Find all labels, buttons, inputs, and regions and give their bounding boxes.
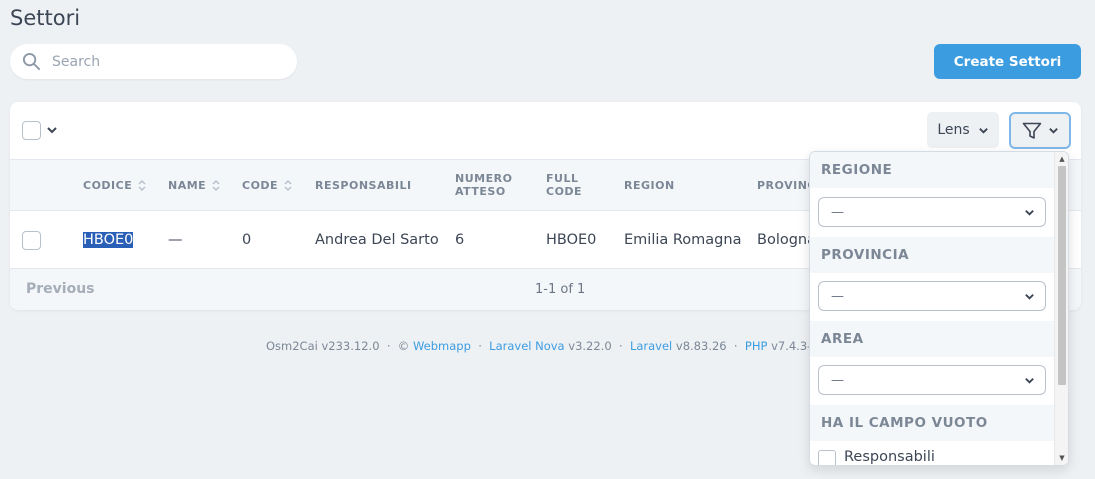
cell-numero-atteso: 6 <box>455 232 465 248</box>
regione-select[interactable]: — <box>818 197 1046 227</box>
cell-code: 0 <box>242 232 252 248</box>
scroll-thumb[interactable] <box>1058 166 1066 385</box>
laravel-nova-link[interactable]: Laravel Nova <box>489 339 564 353</box>
filter-icon <box>1022 122 1041 139</box>
search-icon <box>22 52 41 71</box>
column-region: REGION <box>624 178 675 192</box>
chevron-down-icon <box>1048 128 1058 134</box>
filter-area-heading: AREA <box>810 321 1055 357</box>
webmapp-link[interactable]: Webmapp <box>413 339 471 353</box>
column-responsabili: RESPONSABILI <box>315 178 412 192</box>
column-full-code: FULL CODE <box>546 172 583 198</box>
previous-button[interactable]: Previous <box>26 281 95 297</box>
chevron-down-icon <box>978 127 988 134</box>
provincia-select[interactable]: — <box>818 281 1046 311</box>
dropdown-scrollbar[interactable]: ▲ ▼ <box>1054 152 1068 465</box>
filter-dropdown-button[interactable] <box>1009 112 1071 149</box>
chevron-down-icon[interactable] <box>46 124 58 136</box>
row-checkbox[interactable] <box>22 231 41 250</box>
cell-provincia: Bologna <box>757 232 816 248</box>
filter-dropdown-panel: REGIONE — PROVINCIA — AREA — HA IL CAMPO… <box>809 151 1069 466</box>
page-title: Settori <box>10 6 81 30</box>
cell-responsabili: Andrea Del Sarto <box>315 232 439 248</box>
lens-label: Lens <box>937 122 970 138</box>
area-select[interactable]: — <box>818 365 1046 395</box>
scroll-up-arrow-icon[interactable]: ▲ <box>1058 155 1066 163</box>
filter-empty-field-heading: HA IL CAMPO VUOTO <box>810 405 1055 441</box>
cell-name: — <box>168 232 183 248</box>
cell-full-code: HBOE0 <box>546 232 597 248</box>
column-codice[interactable]: CODICE <box>83 160 146 210</box>
cell-codice[interactable]: HBOE0 <box>83 211 134 269</box>
column-name[interactable]: NAME <box>168 160 220 210</box>
create-settori-button[interactable]: Create Settori <box>934 44 1081 79</box>
lens-dropdown-button[interactable]: Lens <box>927 112 999 148</box>
cell-region: Emilia Romagna <box>624 232 742 248</box>
laravel-link[interactable]: Laravel <box>630 339 672 353</box>
search-box[interactable] <box>10 44 297 79</box>
chevron-down-icon <box>1025 294 1034 300</box>
select-all-checkbox[interactable] <box>22 121 41 140</box>
search-input[interactable] <box>52 44 282 79</box>
column-code[interactable]: CODE <box>242 160 292 210</box>
scroll-down-arrow-icon[interactable]: ▼ <box>1058 454 1066 462</box>
page-info: 1-1 of 1 <box>535 282 586 297</box>
php-link[interactable]: PHP <box>745 339 768 353</box>
chevron-down-icon <box>1025 210 1034 216</box>
filter-provincia-heading: PROVINCIA <box>810 237 1055 273</box>
filter-regione-heading: REGIONE <box>810 152 1055 188</box>
sort-icon <box>212 179 220 191</box>
footer: Osm2Cai v233.12.0 · © Webmapp · Laravel … <box>266 339 867 353</box>
chevron-down-icon <box>1025 378 1034 384</box>
responsabili-checkbox[interactable] <box>818 450 836 465</box>
column-numero-atteso: NUMERO ATTESO <box>455 172 513 198</box>
responsabili-checkbox-label: Responsabili <box>844 449 935 465</box>
sort-icon <box>138 179 146 191</box>
sort-icon <box>284 179 292 191</box>
codice-link[interactable]: HBOE0 <box>83 232 134 248</box>
